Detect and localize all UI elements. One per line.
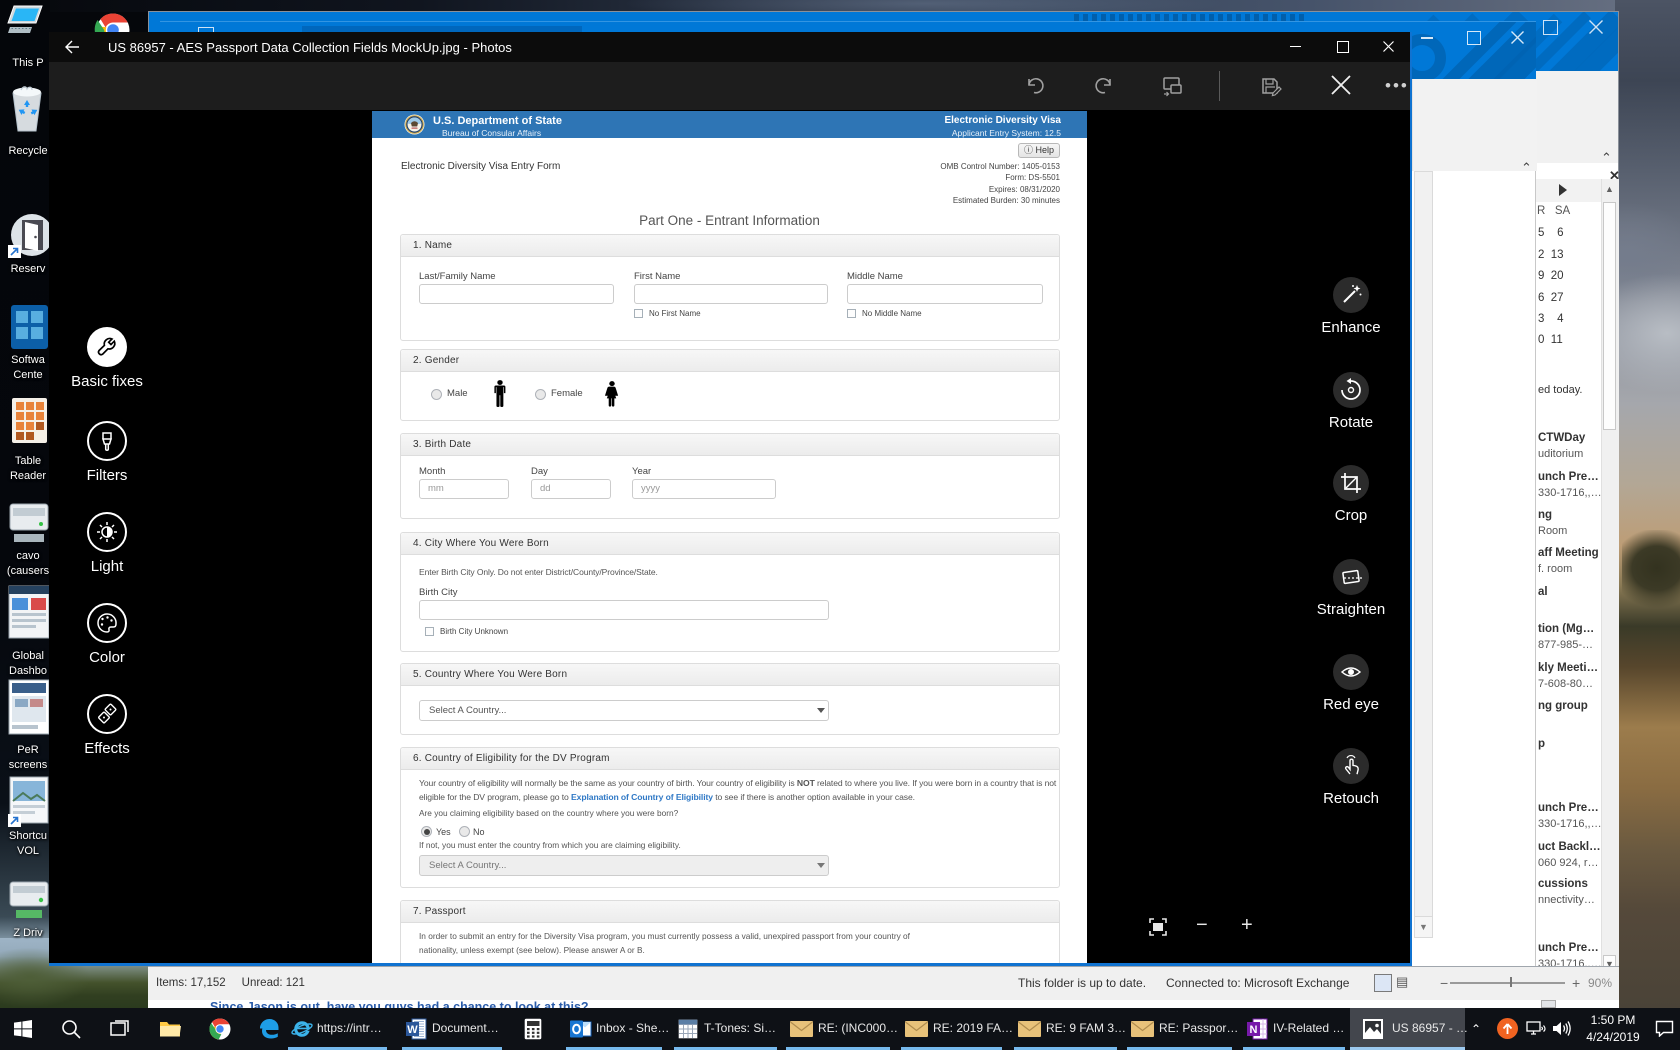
svg-text:W: W	[407, 1024, 418, 1036]
svg-text:N: N	[1250, 1024, 1258, 1036]
